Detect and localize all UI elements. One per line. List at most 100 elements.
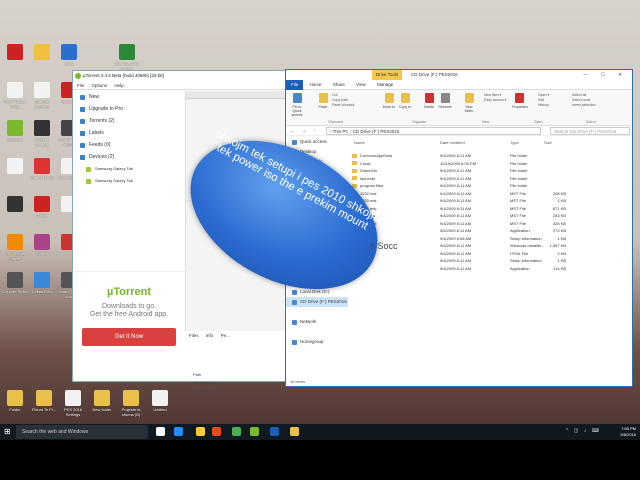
get-it-now-button[interactable]: Get It Now	[82, 328, 176, 346]
ribbon-button[interactable]: Copy to	[398, 93, 412, 109]
desktop-icon[interactable]	[2, 158, 28, 185]
search-input[interactable]: Search CD Drive (F:) PES2016	[550, 127, 630, 135]
file-row[interactable]: 1033.mst 9/4/2009 8:11 AM MST File 1 KB	[352, 197, 628, 205]
desktop-icon[interactable]: VLC media player	[2, 234, 28, 261]
tab-view[interactable]: View	[351, 80, 371, 90]
tab-files[interactable]: Files	[189, 333, 199, 338]
file-name: Crack	[360, 160, 371, 166]
desktop-icon[interactable]	[2, 44, 28, 71]
ribbon-button-icon	[318, 93, 328, 103]
col-date[interactable]: Date modified	[440, 140, 465, 145]
sidebar-item[interactable]: Samsung Galaxy Tab	[73, 175, 185, 187]
android-ad: µTorrent Downloads to go. Get the free A…	[73, 271, 185, 381]
taskbar-app-icon[interactable]	[250, 427, 259, 436]
file-row[interactable]: autorun9/4/2009 8:11 AMApplication273 KB	[352, 227, 628, 235]
explorer-titlebar[interactable]: Drive Tools CD Drive (F:) PES2016 — ☐ ✕	[286, 70, 632, 80]
nav-item[interactable]	[286, 327, 348, 337]
nav-item[interactable]	[286, 307, 348, 317]
taskbar-app-icon[interactable]	[212, 427, 221, 436]
desktop-icon[interactable]	[29, 158, 55, 185]
nav-item[interactable]: Network	[286, 317, 348, 327]
file-type: MST File	[510, 205, 526, 211]
file-row[interactable]: 2070.mst9/4/2009 8:11 AMMST File328 KB	[352, 220, 628, 228]
taskbar-app-icon[interactable]	[232, 427, 241, 436]
tab-home[interactable]: Home	[305, 80, 327, 90]
desktop-icon[interactable]: Gta V Cheat Code	[2, 82, 28, 109]
clock[interactable]: 7:55 PM 9/8/2016	[620, 426, 636, 438]
sidebar-item[interactable]: Labels	[73, 127, 185, 139]
file-row[interactable]: launcher 9/4/2009 8:11 AM File folder	[352, 175, 628, 183]
file-row[interactable]: DirectX9c 9/4/2009 8:11 AM File folder	[352, 167, 628, 175]
history-button[interactable]: History	[538, 103, 549, 108]
ribbon-button[interactable]: Paste	[316, 93, 330, 109]
nav-item[interactable]: Homegroup	[286, 337, 348, 347]
window-controls[interactable]: — ☐ ✕	[583, 70, 628, 80]
desktop-icon[interactable]: uTorrent	[2, 120, 28, 147]
sidebar-item[interactable]: Devices (2)	[73, 151, 185, 163]
col-name[interactable]: Name	[354, 140, 365, 145]
taskbar-app-icon[interactable]	[174, 427, 183, 436]
taskbar-app-icon[interactable]	[270, 427, 279, 436]
menu-file[interactable]: File	[77, 83, 84, 88]
file-row[interactable]: Crack 10/19/2009 6:00 PM File folder	[352, 160, 628, 168]
ribbon-button[interactable]: Properties	[512, 93, 528, 109]
paste-shortcut-button[interactable]: Paste shortcut	[332, 103, 354, 108]
tab-manage[interactable]: Manage	[372, 80, 398, 90]
drive-tools-tab[interactable]: Drive Tools	[372, 70, 403, 80]
desktop-icon[interactable]: Rocket League	[29, 120, 55, 147]
menu-options[interactable]: Options	[92, 83, 108, 88]
col-size[interactable]: Size	[544, 140, 552, 145]
taskbar-app-icon[interactable]	[156, 427, 165, 436]
file-row[interactable]: 1049.mst9/4/2009 8:11 AMMST File283 KB	[352, 212, 628, 220]
tab-peers[interactable]: Pe...	[221, 333, 230, 338]
col-type[interactable]: Type	[510, 140, 519, 145]
desktop-icon[interactable]	[29, 44, 55, 71]
desktop-icon[interactable]: New folder	[89, 390, 115, 417]
nav-item[interactable]: CD Drive (F:) PES2016	[286, 297, 348, 307]
nav-buttons[interactable]: ← → ↑	[290, 126, 319, 136]
desktop-icon[interactable]: PES 2016 Settings	[60, 390, 86, 417]
tab-info[interactable]: Info	[206, 333, 214, 338]
sidebar-item[interactable]: Upgrade to Pro	[73, 103, 185, 115]
easy-access-button[interactable]: Easy access ▾	[484, 98, 506, 103]
ad-line-1: Downloads to go.	[101, 303, 157, 310]
ribbon-button[interactable]: Delete	[422, 93, 436, 109]
desktop-icon[interactable]: Folder	[2, 390, 28, 417]
desktop-icon[interactable]: Winrar	[29, 234, 55, 261]
taskbar-app-icon[interactable]	[290, 427, 299, 436]
file-row[interactable]: 1032.mst 9/4/2009 8:11 AM MST File 208 KB	[352, 190, 628, 198]
nav-item[interactable]: Quick access	[286, 137, 348, 147]
desktop-icon[interactable]: Gta San Andreas	[29, 82, 55, 109]
ribbon-button[interactable]: Move to	[382, 93, 396, 109]
sidebar-item[interactable]: Torrents (2)	[73, 115, 185, 127]
desktop-icon[interactable]: Filmat Te Pi...	[31, 390, 57, 417]
tab-file[interactable]: File	[286, 80, 304, 90]
desktop-icon[interactable]: Adobe	[29, 196, 55, 223]
taskbar-app-icon[interactable]	[196, 427, 205, 436]
ribbon-button[interactable]: New folder	[462, 93, 476, 113]
file-row[interactable]: 1036.mst9/4/2009 8:11 AMMST File871 KB	[352, 205, 628, 213]
address-bar[interactable]: › This PC › CD Drive (F:) PES2016	[326, 127, 541, 135]
invert-selection-button[interactable]: Invert selection	[572, 103, 596, 108]
start-icon[interactable]: ⊞	[4, 428, 12, 436]
tray-icons[interactable]: ^ ◫ ♪ ⌨	[566, 428, 601, 434]
menu-help[interactable]: Help	[114, 83, 123, 88]
file-row[interactable]: CommonAppData 9/4/2009 8:11 AM File folder	[352, 152, 628, 160]
taskbar-search[interactable]: Search the web and Windows	[16, 425, 148, 439]
desktop-icon[interactable]: uplay	[56, 44, 82, 71]
sidebar-item[interactable]: Feeds (0)	[73, 139, 185, 151]
desktop-icon[interactable]: This PC	[29, 272, 55, 299]
desktop-icon[interactable]	[2, 196, 28, 223]
ribbon-button[interactable]: Pin to Quick access	[290, 93, 304, 117]
tab-share[interactable]: Share	[328, 80, 350, 90]
utorrent-titlebar[interactable]: µTorrent 3.4.5 Beta (build 40680) [32-bi…	[73, 71, 287, 81]
desktop-icon[interactable]: Counter Strike	[2, 272, 28, 299]
desktop-icon[interactable]: Untitled	[147, 390, 173, 417]
desktop-icon[interactable]: Gta Vice City Deluxe.	[114, 44, 140, 71]
sidebar-item[interactable]: New	[73, 91, 185, 103]
sidebar-item[interactable]: Samsung Galaxy Tab	[73, 163, 185, 175]
file-row[interactable]: program files 9/4/2009 8:11 AM File folder	[352, 182, 628, 190]
ribbon-button[interactable]: Rename	[438, 93, 452, 109]
ad-line-2: Get the free Android app.	[89, 311, 169, 318]
desktop-icon[interactable]: Projekte te shuma (B)	[118, 390, 144, 417]
